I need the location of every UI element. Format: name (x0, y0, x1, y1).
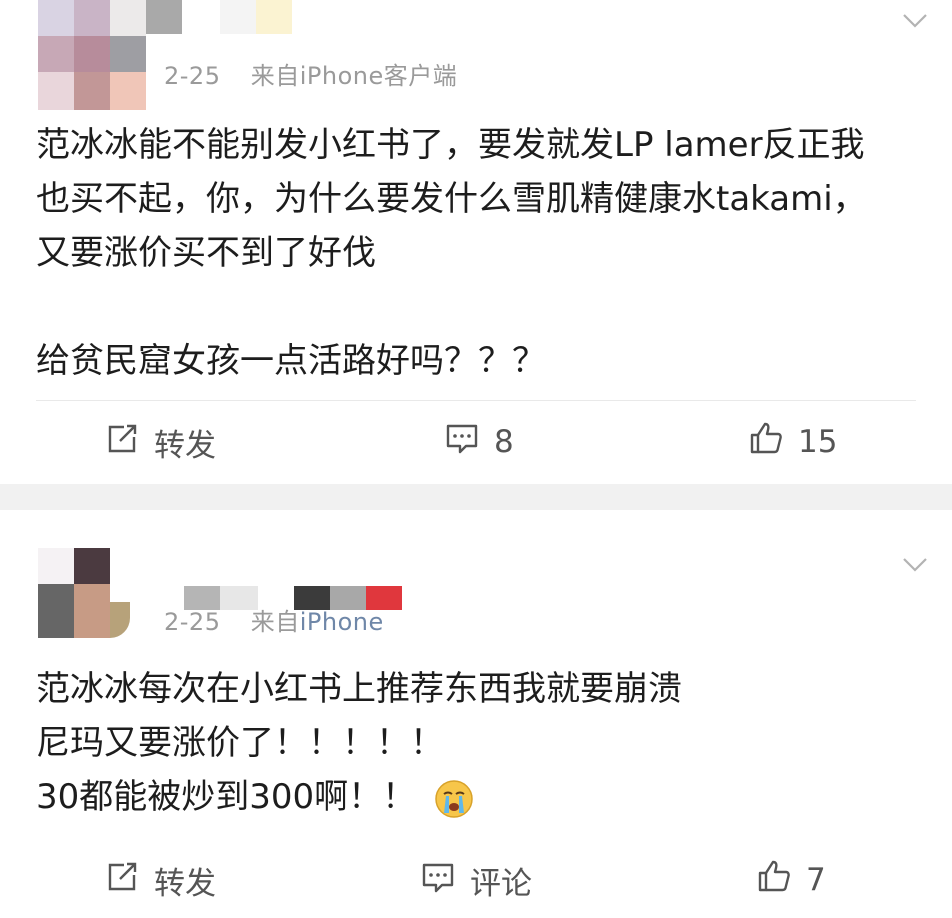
comment-text: 范冰冰能不能别发小红书了，要发就发LP lamer反正我 也买不起，你，为什么要… (36, 118, 926, 388)
like-icon (748, 420, 784, 464)
comment-count: 8 (494, 424, 514, 460)
comment-icon (420, 859, 456, 903)
repost-label: 转发 (154, 428, 216, 464)
comment-icon (444, 420, 480, 464)
post-source-link[interactable]: iPhone (300, 608, 384, 636)
repost-button[interactable]: 转发 (104, 420, 216, 465)
repost-button[interactable]: 转发 (104, 858, 216, 903)
weibo-comment-card: 2-25 来自iPhone客户端 范冰冰能不能别发小红书了，要发就发LP lam… (0, 0, 952, 484)
weibo-comment-card: 2-25 来自iPhone 范冰冰每次在小红书上推荐东西我就要崩溃 尼玛又要涨价… (0, 510, 952, 918)
comment-text: 范冰冰每次在小红书上推荐东西我就要崩溃 尼玛又要涨价了！！！！！ 30都能被炒到… (36, 662, 926, 824)
avatar[interactable] (38, 0, 146, 110)
comment-line: 30都能被炒到300啊！！ (36, 777, 417, 817)
post-meta: 2-25 来自iPhone (164, 602, 384, 637)
divider (36, 400, 916, 401)
avatar[interactable] (38, 548, 130, 638)
comment-line-blank (36, 280, 926, 334)
comment-line: 给贫民窟女孩一点活路好吗？？？ (36, 341, 546, 381)
comment-button[interactable]: 8 (444, 420, 514, 464)
comment-line-with-emoji: 30都能被炒到300啊！！ (36, 770, 926, 824)
comment-label: 评论 (470, 866, 532, 902)
card-separator (0, 484, 952, 510)
post-date: 2-25 (164, 62, 221, 90)
repost-label: 转发 (154, 866, 216, 902)
like-count: 15 (798, 424, 838, 460)
like-button[interactable]: 15 (748, 420, 837, 464)
like-button[interactable]: 7 (756, 858, 826, 902)
repost-icon (104, 859, 140, 903)
username-redacted[interactable] (146, 0, 296, 34)
comment-line: 也买不起，你，为什么要发什么雪肌精健康水takami， (36, 179, 867, 219)
post-meta: 2-25 来自iPhone客户端 (164, 56, 457, 91)
chevron-down-icon[interactable] (900, 550, 930, 580)
comment-line: 范冰冰能不能别发小红书了，要发就发LP lamer反正我 (36, 125, 865, 165)
comment-line: 又要涨价买不到了好伐 (36, 233, 376, 273)
like-count: 7 (806, 862, 826, 898)
comment-line: 范冰冰每次在小红书上推荐东西我就要崩溃 (36, 669, 682, 709)
crying-face-emoji (434, 779, 474, 819)
repost-icon (104, 421, 140, 465)
post-source-prefix: 来自 (250, 608, 300, 636)
comment-line: 尼玛又要涨价了！！！！！ (36, 723, 444, 763)
post-source: 来自iPhone客户端 (250, 62, 458, 90)
comment-button[interactable]: 评论 (420, 858, 532, 903)
post-date: 2-25 (164, 608, 221, 636)
like-icon (756, 858, 792, 902)
chevron-down-icon[interactable] (900, 6, 930, 36)
